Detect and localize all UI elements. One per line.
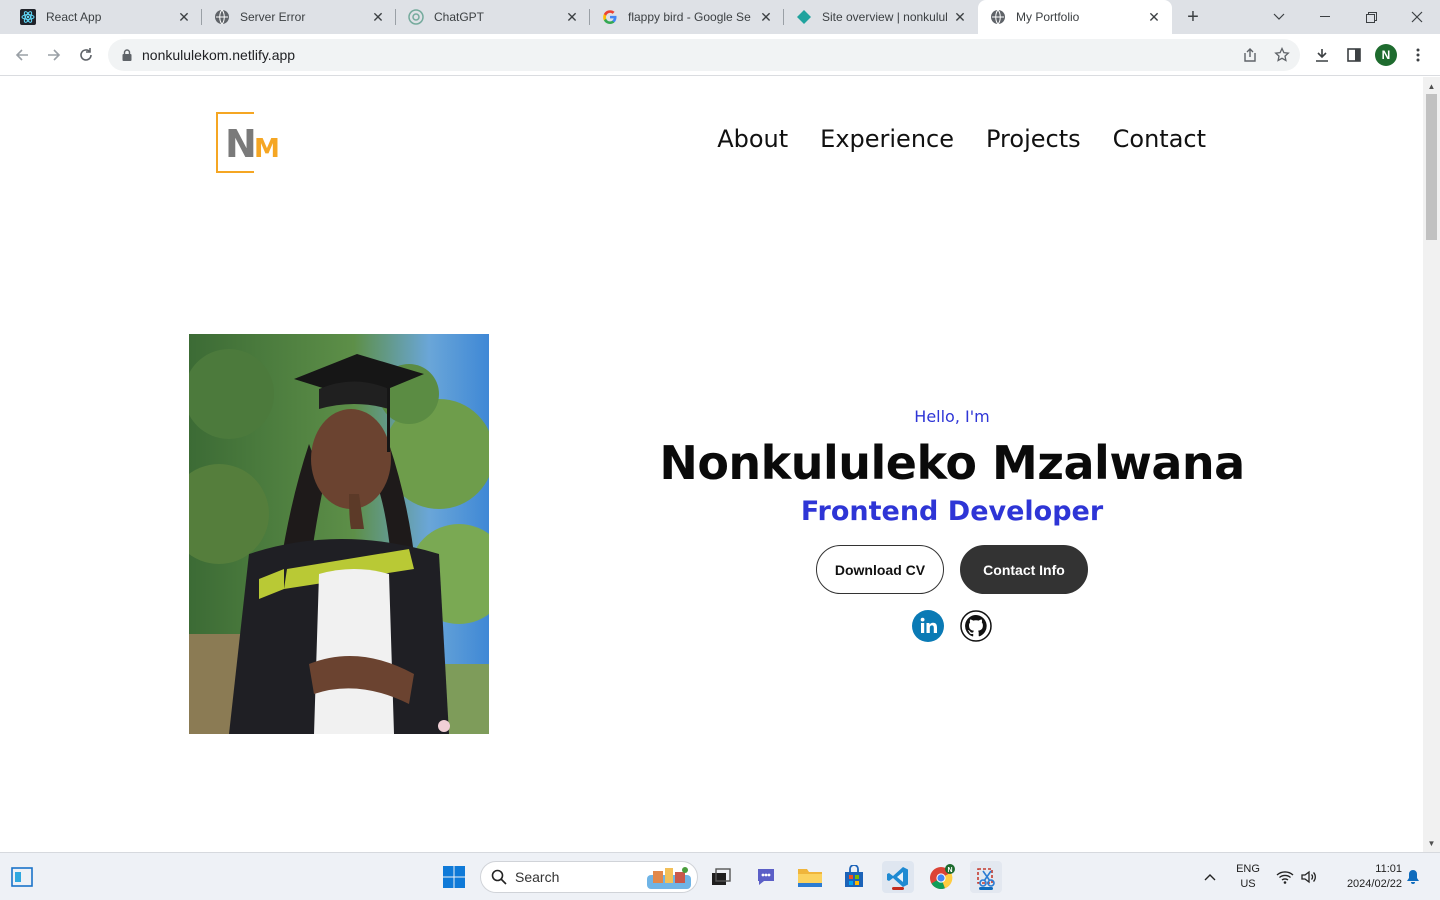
bookmark-star-icon[interactable] bbox=[1269, 42, 1295, 68]
main-nav: About Experience Projects Contact bbox=[717, 125, 1206, 153]
search-icon bbox=[491, 869, 507, 885]
url-text[interactable]: nonkululekom.netlify.app bbox=[142, 47, 295, 63]
linkedin-icon[interactable] bbox=[912, 610, 944, 642]
close-icon[interactable]: ✕ bbox=[952, 9, 968, 25]
clock[interactable]: 11:01 2024/02/22 bbox=[1330, 853, 1402, 900]
restore-button[interactable] bbox=[1348, 0, 1394, 34]
task-view-icon[interactable] bbox=[705, 861, 737, 893]
globe-icon bbox=[990, 9, 1006, 25]
windows-taskbar: Search N ENG US 11:01 2024/02/22 bbox=[0, 852, 1440, 900]
file-explorer-icon[interactable] bbox=[794, 861, 826, 893]
tab-label: React App bbox=[46, 10, 102, 24]
scrollbar-thumb[interactable] bbox=[1426, 94, 1437, 240]
clock-time: 11:01 bbox=[1375, 863, 1402, 875]
svg-text:N: N bbox=[947, 867, 952, 874]
forward-button[interactable] bbox=[39, 40, 69, 70]
close-icon[interactable]: ✕ bbox=[564, 9, 580, 25]
site-logo[interactable]: N M bbox=[216, 112, 282, 174]
close-icon[interactable]: ✕ bbox=[1146, 9, 1162, 25]
tab-label: My Portfolio bbox=[1016, 10, 1080, 24]
tab-label: flappy bird - Google Se bbox=[628, 10, 751, 24]
show-hidden-icons-chevron[interactable] bbox=[1197, 853, 1223, 900]
widgets-icon[interactable] bbox=[6, 861, 38, 893]
search-placeholder: Search bbox=[515, 869, 560, 885]
page-scrollbar[interactable]: ▲ ▼ bbox=[1423, 77, 1440, 852]
windows-start-icon[interactable] bbox=[438, 861, 470, 893]
app-active-indicator bbox=[979, 887, 993, 890]
download-cv-button[interactable]: Download CV bbox=[816, 545, 944, 594]
close-window-button[interactable] bbox=[1394, 0, 1440, 34]
tab-google-search[interactable]: flappy bird - Google Se ✕ bbox=[590, 0, 784, 34]
react-icon bbox=[20, 9, 36, 25]
tab-strip: React App ✕ Server Error ✕ ChatGPT ✕ fla… bbox=[0, 0, 1440, 34]
netlify-icon bbox=[796, 9, 812, 25]
tab-react-app[interactable]: React App ✕ bbox=[8, 0, 202, 34]
teams-chat-icon[interactable] bbox=[750, 861, 782, 893]
contact-info-button[interactable]: Contact Info bbox=[960, 545, 1088, 594]
close-icon[interactable]: ✕ bbox=[370, 9, 386, 25]
side-panel-icon[interactable] bbox=[1341, 42, 1367, 68]
globe-icon bbox=[214, 9, 230, 25]
chrome-icon[interactable]: N bbox=[926, 861, 958, 893]
scroll-down-arrow[interactable]: ▼ bbox=[1423, 836, 1440, 850]
profile-avatar[interactable]: N bbox=[1375, 44, 1397, 66]
region-code: US bbox=[1240, 878, 1256, 890]
address-bar[interactable]: nonkululekom.netlify.app bbox=[108, 39, 1300, 71]
vscode-icon[interactable] bbox=[882, 861, 914, 893]
download-icon[interactable] bbox=[1309, 42, 1335, 68]
greeting-text: Hello, I'm bbox=[914, 407, 990, 426]
google-icon bbox=[602, 9, 618, 25]
tab-search-button[interactable] bbox=[1256, 0, 1302, 34]
close-icon[interactable]: ✕ bbox=[758, 9, 774, 25]
volume-icon[interactable] bbox=[1298, 853, 1320, 900]
logo-letter-n: N bbox=[225, 122, 257, 166]
tab-my-portfolio[interactable]: My Portfolio ✕ bbox=[978, 0, 1172, 34]
tab-label: Site overview | nonkulul bbox=[822, 10, 948, 24]
app-running-indicator bbox=[892, 887, 904, 890]
close-icon[interactable]: ✕ bbox=[176, 9, 192, 25]
hero-name: Nonkululeko Mzalwana bbox=[659, 436, 1245, 490]
browser-toolbar: nonkululekom.netlify.app N bbox=[0, 34, 1440, 76]
snipping-tool-icon[interactable] bbox=[970, 861, 1002, 893]
tab-chatgpt[interactable]: ChatGPT ✕ bbox=[396, 0, 590, 34]
new-tab-button[interactable]: + bbox=[1181, 5, 1205, 29]
nav-contact[interactable]: Contact bbox=[1113, 125, 1206, 153]
nav-about[interactable]: About bbox=[717, 125, 788, 153]
tab-server-error[interactable]: Server Error ✕ bbox=[202, 0, 396, 34]
notification-bell-icon[interactable] bbox=[1402, 853, 1424, 900]
lock-icon[interactable] bbox=[120, 48, 134, 62]
language-indicator[interactable]: ENG US bbox=[1228, 853, 1268, 900]
reload-button[interactable] bbox=[71, 40, 101, 70]
chatgpt-icon bbox=[408, 9, 424, 25]
minimize-button[interactable] bbox=[1302, 0, 1348, 34]
hero-role: Frontend Developer bbox=[800, 496, 1104, 527]
scroll-up-arrow[interactable]: ▲ bbox=[1423, 79, 1440, 93]
tab-label: ChatGPT bbox=[434, 10, 485, 24]
profile-photo bbox=[189, 334, 489, 734]
nav-projects[interactable]: Projects bbox=[986, 125, 1081, 153]
tab-netlify[interactable]: Site overview | nonkulul ✕ bbox=[784, 0, 978, 34]
logo-letter-m: M bbox=[254, 134, 280, 164]
tab-label: Server Error bbox=[240, 10, 306, 24]
lang-code: ENG bbox=[1236, 863, 1260, 875]
nav-experience[interactable]: Experience bbox=[820, 125, 954, 153]
wifi-icon[interactable] bbox=[1274, 853, 1296, 900]
taskbar-search-box[interactable]: Search bbox=[480, 861, 698, 893]
search-highlight-icon bbox=[647, 865, 691, 889]
portfolio-page: N M About Experience Projects Contact He… bbox=[0, 77, 1423, 852]
microsoft-store-icon[interactable] bbox=[838, 861, 870, 893]
hero-section: Hello, I'm Nonkululeko Mzalwana Frontend… bbox=[640, 407, 1264, 642]
share-icon[interactable] bbox=[1237, 42, 1263, 68]
github-icon[interactable] bbox=[960, 610, 992, 642]
social-links bbox=[640, 610, 1264, 642]
menu-kebab-icon[interactable] bbox=[1405, 42, 1431, 68]
hero-buttons: Download CV Contact Info bbox=[640, 545, 1264, 594]
clock-date: 2024/02/22 bbox=[1346, 878, 1402, 890]
back-button[interactable] bbox=[7, 40, 37, 70]
